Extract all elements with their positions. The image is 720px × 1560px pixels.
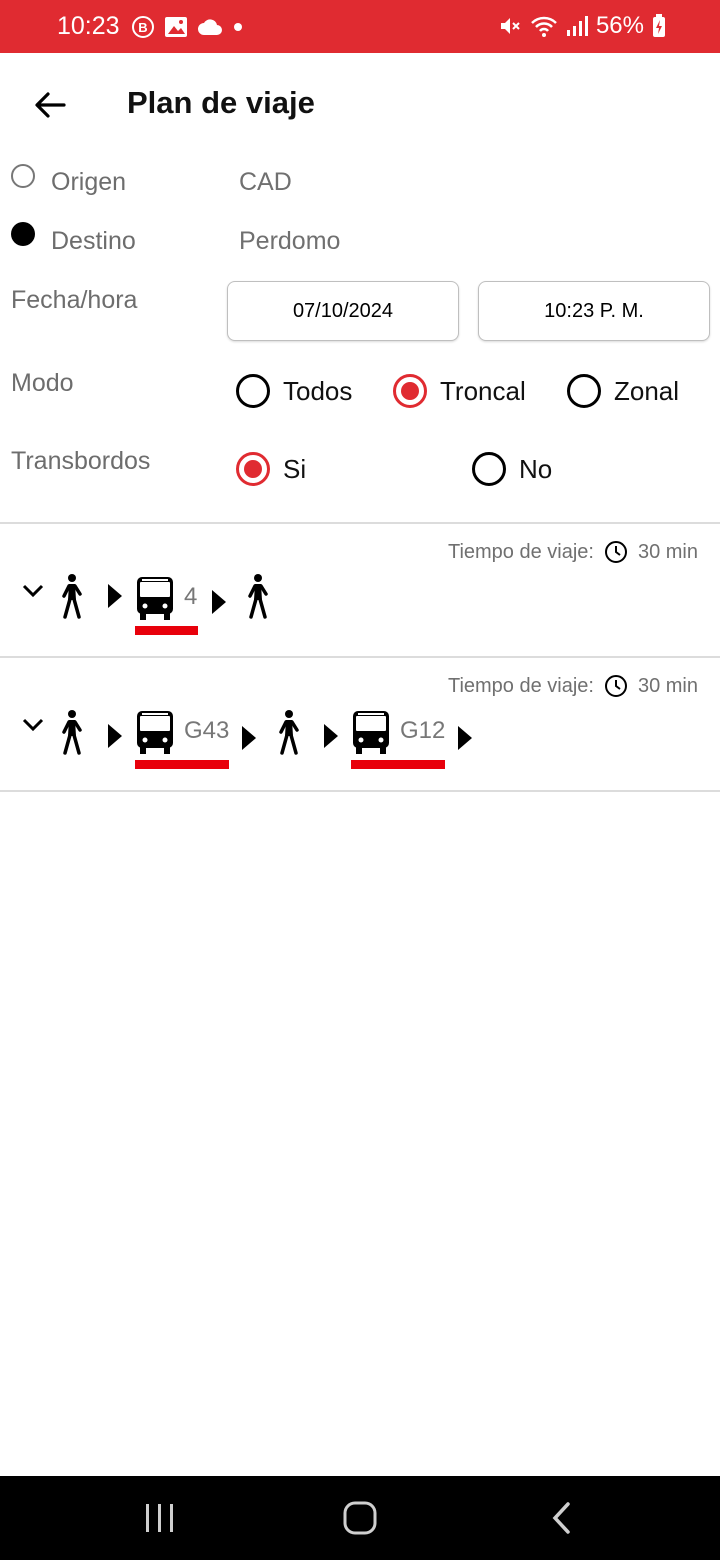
clock-icon [604,675,627,697]
play-arrow-icon [108,724,122,748]
play-arrow-icon [242,726,256,750]
destination-value[interactable]: Perdomo [239,227,340,256]
bus-icon [137,577,173,620]
play-arrow-icon [212,590,226,614]
cloud-icon [198,19,222,35]
travel-time-value: 30 min [637,674,698,697]
origin-label: Origen [51,168,127,196]
play-arrow-icon [108,584,122,608]
bus-line-label: G12 [400,717,446,744]
transfers-option-label: No [519,453,553,484]
b-circle-icon: B [132,16,154,38]
bus-icon [137,711,173,754]
battery-percent: 56% [595,12,644,39]
travel-time: Tiempo de viaje: 30 min [448,540,698,564]
radio-checked[interactable] [236,452,270,486]
chevron-down-icon[interactable] [22,584,44,598]
play-arrow-icon [458,726,472,750]
travel-time-label: Tiempo de viaje: [447,674,594,697]
route-option[interactable]: Tiempo de viaje: 30 min G43 G12 [0,658,720,790]
system-nav-bar [0,1476,720,1560]
walk-icon [62,710,82,755]
wifi-icon [531,16,557,37]
play-arrow-icon [324,724,338,748]
signal-icon [566,16,588,36]
mute-icon [500,18,520,34]
transfers-option-si[interactable]: Si [236,452,306,486]
transfers-option-no[interactable]: No [472,452,552,486]
status-bar: 10:23 B 56% [0,0,720,53]
date-field[interactable]: 07/10/2024 [227,281,459,341]
chevron-down-icon[interactable] [22,718,44,732]
transfers-label: Transbordos [11,447,151,475]
origin-marker [11,164,35,188]
datetime-label: Fecha/hora [11,286,138,314]
page-title: Plan de viaje [127,85,315,120]
recents-icon[interactable] [140,1500,180,1536]
divider [0,790,720,792]
arrow-left-icon[interactable] [30,85,70,125]
battery-charging-icon [653,14,665,37]
route-line-underline [135,760,229,769]
walk-icon [62,574,82,619]
travel-time-label: Tiempo de viaje: [447,540,594,563]
mode-option-zonal[interactable]: Zonal [567,374,679,408]
travel-time: Tiempo de viaje: 30 min [448,674,698,698]
route-line-underline [135,626,198,635]
bus-line-label: G43 [184,717,230,744]
back-icon[interactable] [542,1500,582,1536]
origin-value[interactable]: CAD [239,168,292,197]
dot-icon [234,23,242,31]
time-field[interactable]: 10:23 P. M. [478,281,710,341]
mode-label: Modo [11,369,74,397]
mode-option-label: Zonal [614,375,680,406]
radio-unchecked[interactable] [236,374,270,408]
app-bar: Plan de viaje [0,53,720,153]
travel-time-value: 30 min [637,540,698,563]
route-option[interactable]: Tiempo de viaje: 30 min 4 [0,524,720,656]
status-time: 10:23 [57,12,120,40]
destination-label: Destino [51,227,136,255]
mode-option-troncal[interactable]: Troncal [393,374,526,408]
image-icon [165,17,187,37]
bus-icon [353,711,389,754]
mode-option-label: Troncal [440,375,526,406]
walk-icon [248,574,268,619]
transfers-option-label: Si [283,453,307,484]
radio-checked[interactable] [393,374,427,408]
walk-icon [279,710,299,755]
svg-text:B: B [138,20,147,35]
mode-option-todos[interactable]: Todos [236,374,352,408]
home-icon[interactable] [340,1500,380,1536]
destination-marker [11,222,35,246]
route-line-underline [351,760,445,769]
status-right: 56% [498,12,666,40]
status-notification-icons: B [131,14,244,40]
clock-icon [604,541,627,563]
mode-option-label: Todos [283,375,353,406]
radio-unchecked[interactable] [567,374,601,408]
radio-unchecked[interactable] [472,452,506,486]
bus-line-label: 4 [184,583,198,610]
